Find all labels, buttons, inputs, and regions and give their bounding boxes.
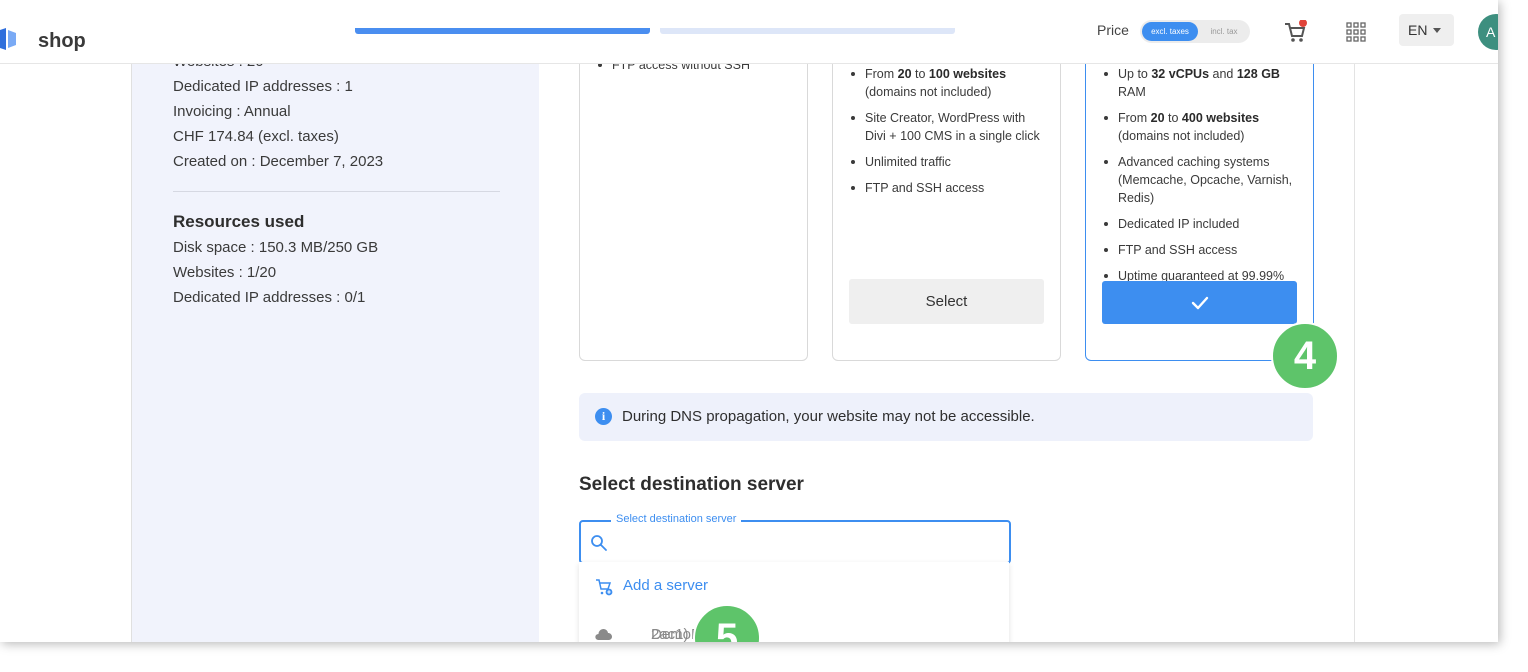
- plan-feature: Site Creator, WordPress with Divi + 100 …: [849, 109, 1049, 145]
- language-label: EN: [1408, 22, 1428, 38]
- destination-server-input[interactable]: [619, 528, 993, 556]
- price-toggle[interactable]: excl. taxes incl. tax: [1140, 20, 1250, 43]
- cart-add-icon: [596, 579, 613, 596]
- plan-card-pro-selected[interactable]: Up to 32 vCPUs and 128 GB RAM From 20 to…: [1085, 43, 1314, 361]
- selected-plan-button[interactable]: [1102, 281, 1297, 324]
- cart-icon[interactable]: [1283, 20, 1307, 44]
- price-option-excl[interactable]: excl. taxes: [1142, 22, 1198, 41]
- page: shop Price excl. taxes incl. tax EN A We…: [0, 0, 1498, 642]
- plan-feature: Unlimited traffic: [849, 153, 1049, 171]
- plan-feature: Dedicated IP included: [1102, 215, 1302, 233]
- logo-icon: [0, 28, 16, 50]
- search-icon: [591, 535, 607, 551]
- plan-feature: FTP and SSH access: [1102, 241, 1302, 259]
- summary-price: CHF 174.84 (excl. taxes): [173, 128, 339, 145]
- product-summary-panel: Websites : 20 Dedicated IP addresses : 1…: [131, 53, 540, 642]
- plan-feature: Advanced caching systems (Memcache, Opca…: [1102, 153, 1302, 207]
- apps-grid-icon[interactable]: [1346, 22, 1366, 42]
- plan-feature: FTP and SSH access: [849, 179, 1049, 197]
- dns-info-text: During DNS propagation, your website may…: [622, 408, 1035, 425]
- resource-dedicated-ip: Dedicated IP addresses : 0/1: [173, 289, 366, 306]
- logo-text: shop: [38, 30, 86, 52]
- select-plan-button[interactable]: Select: [849, 279, 1044, 324]
- plan-feature: Up to 32 vCPUs and 128 GB RAM: [1102, 65, 1302, 101]
- destination-server-label: Select destination server: [611, 513, 742, 525]
- info-icon: i: [595, 408, 612, 425]
- step-indicator-inactive: [660, 28, 955, 34]
- destination-server-title: Select destination server: [579, 474, 804, 495]
- add-server-label: Add a server: [623, 577, 709, 594]
- top-bar: shop Price excl. taxes incl. tax EN A: [0, 0, 1498, 64]
- resource-disk: Disk space : 150.3 MB/250 GB: [173, 239, 379, 256]
- plan-card-standard[interactable]: From 20 to 100 websites (domains not inc…: [832, 43, 1061, 361]
- price-option-incl[interactable]: incl. tax: [1200, 22, 1248, 41]
- language-selector[interactable]: EN: [1399, 14, 1454, 46]
- cloud-icon: [595, 629, 612, 640]
- destination-server-field[interactable]: Select destination server: [579, 513, 1011, 564]
- dns-info-alert: i During DNS propagation, your website m…: [579, 393, 1313, 441]
- chevron-down-icon: [1433, 28, 1441, 33]
- summary-created: Created on : December 7, 2023: [173, 153, 384, 170]
- plan-feature: From 20 to 400 websites (domains not inc…: [1102, 109, 1302, 145]
- resource-websites: Websites : 1/20: [173, 264, 277, 281]
- price-label: Price: [1097, 22, 1129, 38]
- checkmark-icon: [1191, 296, 1209, 310]
- step-indicator-active: [355, 28, 650, 34]
- plan-feature: From 20 to 100 websites (domains not inc…: [849, 65, 1049, 101]
- resources-title: Resources used: [173, 212, 305, 231]
- divider: [173, 191, 500, 192]
- summary-dedicated-ip: Dedicated IP addresses : 1: [173, 78, 353, 95]
- plan-card-basic[interactable]: FTP access without SSH: [579, 43, 808, 361]
- avatar[interactable]: A: [1478, 14, 1498, 50]
- destination-server-dropdown: Add a server DemoDoc 2ac1): [579, 562, 1009, 642]
- summary-invoicing: Invoicing : Annual: [173, 103, 291, 120]
- main-content: FTP access without SSH From 20 to 100 we…: [539, 43, 1355, 642]
- step-badge-4: 4: [1271, 322, 1339, 390]
